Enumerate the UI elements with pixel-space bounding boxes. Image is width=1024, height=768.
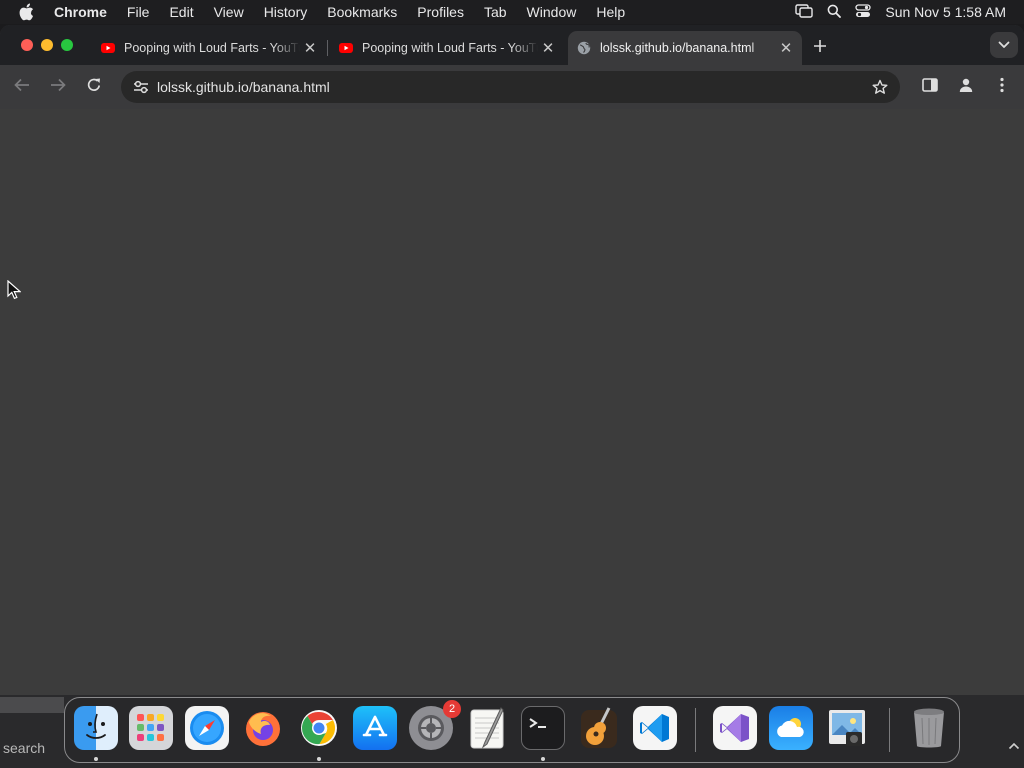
chrome-icon[interactable] (297, 706, 341, 750)
garageband-icon[interactable] (577, 706, 621, 750)
more-vert-icon (1000, 77, 1004, 98)
menu-bar: Chrome File Edit View History Bookmarks … (0, 0, 1024, 24)
notification-badge: 2 (443, 700, 461, 718)
reload-icon (86, 77, 102, 98)
tab-3-close-icon[interactable]: ✕ (776, 38, 796, 58)
arrow-left-icon (14, 78, 30, 97)
tab-1[interactable]: Pooping with Loud Farts - YouTube ✕ (92, 31, 326, 65)
apple-icon[interactable] (0, 3, 52, 21)
menu-clock[interactable]: Sun Nov 5 1:58 AM (885, 4, 1006, 20)
menu-tab[interactable]: Tab (474, 0, 517, 24)
address-bar[interactable]: lolssk.github.io/banana.html (121, 71, 900, 103)
menu-history[interactable]: History (254, 0, 318, 24)
safari-icon[interactable] (185, 706, 229, 750)
visual-studio-icon[interactable] (713, 706, 757, 750)
tab-3-title: lolssk.github.io/banana.html (600, 41, 755, 55)
forward-button[interactable] (46, 75, 70, 99)
launchpad-icon[interactable] (129, 706, 173, 750)
globe-icon (576, 40, 592, 56)
menu-help[interactable]: Help (586, 0, 635, 24)
weather-icon[interactable] (769, 706, 813, 750)
running-indicator (541, 757, 545, 761)
trash-icon[interactable] (907, 706, 951, 750)
menu-bookmarks[interactable]: Bookmarks (317, 0, 407, 24)
dock-separator (695, 708, 696, 752)
background-toolbar (0, 697, 64, 713)
control-center-icon[interactable] (855, 3, 872, 21)
running-indicator (94, 757, 98, 761)
menu-edit[interactable]: Edit (159, 0, 203, 24)
app-store-icon[interactable] (353, 706, 397, 750)
maximize-window-button[interactable] (61, 39, 73, 51)
chrome-menu-button[interactable] (990, 75, 1014, 99)
terminal-icon[interactable] (521, 706, 565, 750)
dock-separator (889, 708, 890, 752)
textedit-icon[interactable] (465, 706, 509, 750)
tab-3-active[interactable]: lolssk.github.io/banana.html ✕ (568, 31, 802, 65)
back-button[interactable] (10, 75, 34, 99)
preview-icon[interactable] (825, 706, 869, 750)
tab-2-title: Pooping with Loud Farts - YouTube (362, 41, 538, 55)
vscode-icon[interactable] (633, 706, 677, 750)
running-indicator (317, 757, 321, 761)
youtube-icon (338, 40, 354, 56)
bookmark-star-icon[interactable] (870, 77, 890, 97)
menu-profiles[interactable]: Profiles (407, 0, 474, 24)
finder-icon[interactable] (74, 706, 118, 750)
dock: 2 (64, 697, 960, 763)
menu-app-name[interactable]: Chrome (52, 0, 117, 24)
site-settings-icon[interactable] (125, 80, 157, 94)
tab-2[interactable]: Pooping with Loud Farts - YouTube ✕ (330, 31, 564, 65)
menu-view[interactable]: View (204, 0, 254, 24)
menu-window[interactable]: Window (517, 0, 587, 24)
window-controls (21, 39, 73, 51)
profile-button[interactable] (954, 75, 978, 99)
tab-1-title: Pooping with Loud Farts - YouTube (124, 41, 300, 55)
chevron-up-icon[interactable] (1008, 737, 1020, 753)
menu-file[interactable]: File (117, 0, 160, 24)
firefox-icon[interactable] (241, 706, 285, 750)
mouse-cursor-icon (7, 279, 22, 305)
spotlight-search-icon[interactable] (827, 4, 842, 21)
arrow-right-icon (50, 78, 66, 97)
youtube-icon (100, 40, 116, 56)
address-bar-url[interactable]: lolssk.github.io/banana.html (157, 79, 330, 95)
side-panel-icon (922, 77, 938, 97)
reload-button[interactable] (82, 75, 106, 99)
minimize-window-button[interactable] (41, 39, 53, 51)
browser-window: Pooping with Loud Farts - YouTube ✕ Poop… (0, 25, 1024, 695)
tab-2-close-icon[interactable]: ✕ (538, 38, 558, 58)
profile-avatar-icon (958, 77, 974, 98)
browser-toolbar: lolssk.github.io/banana.html (0, 65, 1024, 109)
tab-search-button[interactable] (990, 32, 1018, 58)
page-content[interactable] (0, 109, 1024, 695)
side-panel-button[interactable] (918, 75, 942, 99)
tab-separator (327, 40, 328, 56)
chevron-down-icon (998, 36, 1010, 54)
close-window-button[interactable] (21, 39, 33, 51)
new-tab-button[interactable] (808, 34, 832, 58)
background-search-text[interactable]: search (3, 740, 45, 756)
tab-1-close-icon[interactable]: ✕ (300, 38, 320, 58)
tab-strip: Pooping with Loud Farts - YouTube ✕ Poop… (0, 25, 1024, 65)
screen-mirroring-icon[interactable] (795, 3, 814, 21)
settings-icon[interactable]: 2 (409, 700, 461, 750)
